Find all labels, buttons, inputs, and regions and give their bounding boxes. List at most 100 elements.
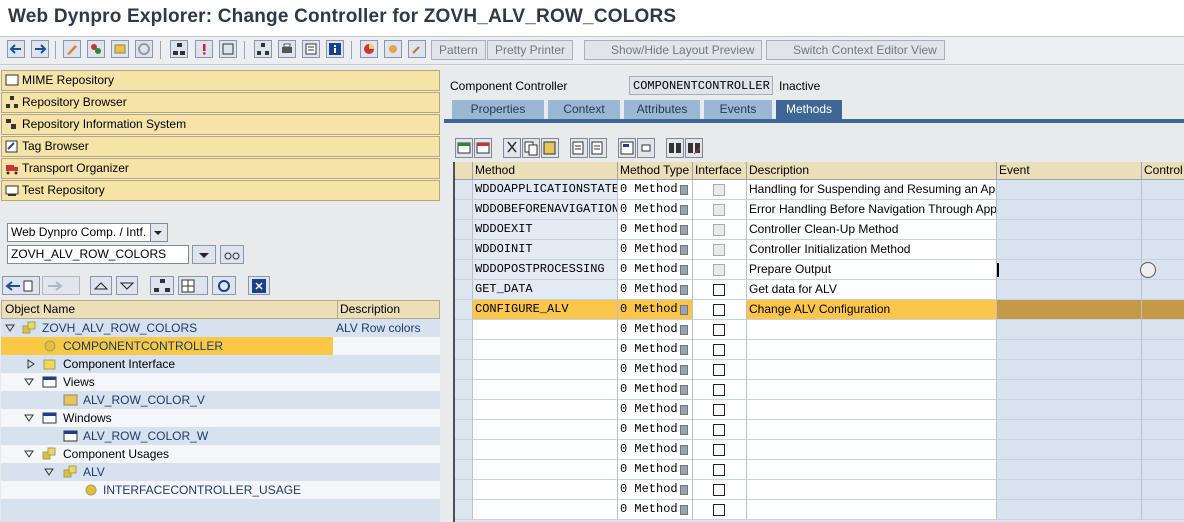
- table-row[interactable]: GET_DATA 0 Method Get data for ALV: [453, 280, 1184, 300]
- table-row[interactable]: 0 Method: [453, 420, 1184, 440]
- insert-row-icon[interactable]: [455, 138, 473, 158]
- description-cell[interactable]: [747, 340, 997, 360]
- method-type-cell[interactable]: 0 Method: [618, 320, 693, 340]
- tree-hierarchy-icon[interactable]: [150, 276, 174, 295]
- description-cell[interactable]: [747, 400, 997, 420]
- method-type-cell[interactable]: 0 Method: [618, 360, 693, 380]
- interface-checkbox[interactable]: [713, 364, 725, 376]
- column-object-name[interactable]: Object Name: [5, 301, 75, 318]
- wrench-icon[interactable]: [408, 40, 426, 58]
- method-cell[interactable]: [473, 440, 618, 460]
- method-type-cell[interactable]: 0 Method: [618, 280, 693, 300]
- print-icon[interactable]: [278, 40, 296, 58]
- value-help-icon[interactable]: [680, 425, 688, 435]
- value-help-icon[interactable]: [680, 505, 688, 515]
- row-selector[interactable]: [453, 200, 473, 220]
- row-selector[interactable]: [453, 460, 473, 480]
- description-cell[interactable]: [747, 460, 997, 480]
- nav-mime-repository[interactable]: MIME Repository: [1, 70, 440, 91]
- method-type-cell[interactable]: 0 Method: [618, 400, 693, 420]
- value-help-icon[interactable]: [680, 305, 688, 315]
- event-cell[interactable]: [997, 500, 1142, 520]
- expanded-triangle-icon[interactable]: [24, 413, 34, 423]
- nav-tag-browser[interactable]: Tag Browser: [1, 136, 440, 157]
- nav-repository-information-system[interactable]: Repository Information System: [1, 114, 440, 135]
- event-cell[interactable]: [997, 440, 1142, 460]
- hierarchy-icon[interactable]: [170, 40, 188, 58]
- method-type-cell[interactable]: 0 Method: [618, 340, 693, 360]
- value-help-icon[interactable]: [680, 325, 688, 335]
- pretty-printer-button[interactable]: Pretty Printer: [487, 40, 574, 60]
- column-description[interactable]: Description: [337, 301, 444, 318]
- interface-checkbox[interactable]: [713, 484, 725, 496]
- value-help-icon[interactable]: [680, 445, 688, 455]
- nav-repository-browser[interactable]: Repository Browser: [1, 92, 440, 113]
- row-selector[interactable]: [453, 340, 473, 360]
- table-row[interactable]: 0 Method: [453, 360, 1184, 380]
- information-icon[interactable]: [326, 40, 344, 58]
- description-cell[interactable]: Handling for Suspending and Resuming an …: [747, 180, 997, 200]
- find-icon[interactable]: [666, 138, 684, 158]
- tree-node-view-alv-row-color-v[interactable]: ALV_ROW_COLOR_V: [1, 391, 440, 409]
- table-row[interactable]: 0 Method: [453, 460, 1184, 480]
- row-selector[interactable]: [453, 400, 473, 420]
- tree-node-alv-usage[interactable]: ALV: [1, 463, 440, 481]
- table-row[interactable]: CONFIGURE_ALV 0 Method Change ALV Configur…: [453, 300, 1184, 320]
- event-cell[interactable]: [997, 300, 1142, 320]
- find-next-icon[interactable]: [685, 138, 703, 158]
- method-type-cell[interactable]: 0 Method: [618, 500, 693, 520]
- paste-icon[interactable]: [541, 138, 559, 158]
- interface-checkbox[interactable]: [713, 404, 725, 416]
- description-cell[interactable]: Controller Clean-Up Method: [747, 220, 997, 240]
- method-type-cell[interactable]: 0 Method: [618, 380, 693, 400]
- value-help-icon[interactable]: [680, 405, 688, 415]
- event-cell[interactable]: [997, 400, 1142, 420]
- controller-cell[interactable]: [1142, 440, 1184, 460]
- event-cell[interactable]: [997, 240, 1142, 260]
- tree-node-component-interface[interactable]: Component Interface: [1, 355, 440, 373]
- description-cell[interactable]: [747, 480, 997, 500]
- expand-down-icon[interactable]: [116, 276, 138, 295]
- object-name-input[interactable]: ZOVH_ALV_ROW_COLORS: [7, 245, 189, 264]
- controller-cell[interactable]: [1142, 200, 1184, 220]
- tree-node-componentcontroller[interactable]: COMPONENTCONTROLLER: [1, 337, 440, 355]
- grid-view-icon[interactable]: [178, 276, 208, 295]
- display-object-icon[interactable]: [384, 40, 402, 58]
- controller-cell[interactable]: [1142, 420, 1184, 440]
- event-cell[interactable]: [997, 260, 1142, 280]
- controller-cell[interactable]: [1142, 240, 1184, 260]
- row-selector[interactable]: [453, 220, 473, 240]
- chevron-down-icon[interactable]: [150, 224, 167, 241]
- sort-ascending-icon[interactable]: [570, 138, 588, 158]
- event-cell[interactable]: [997, 460, 1142, 480]
- method-type-cell[interactable]: 0 Method: [618, 480, 693, 500]
- value-help-icon[interactable]: [680, 285, 688, 295]
- value-help-icon[interactable]: [680, 225, 688, 235]
- row-selector[interactable]: [453, 260, 473, 280]
- nav-test-repository[interactable]: Test Repository: [1, 180, 440, 201]
- event-cell[interactable]: [997, 480, 1142, 500]
- description-cell[interactable]: [747, 420, 997, 440]
- where-used-icon[interactable]: [135, 40, 153, 58]
- pie-chart-icon[interactable]: [360, 40, 378, 58]
- method-cell[interactable]: WDDOBEFORENAVIGATION: [473, 200, 618, 220]
- table-row[interactable]: WDDOPOSTPROCESSING 0 Method Prepare Output: [453, 260, 1184, 280]
- interface-checkbox[interactable]: [713, 344, 725, 356]
- switch-context-editor-view-button[interactable]: Switch Context Editor View: [766, 40, 945, 60]
- interface-checkbox[interactable]: [713, 444, 725, 456]
- description-cell[interactable]: Get data for ALV: [747, 280, 997, 300]
- column-controller[interactable]: Control: [1142, 162, 1184, 180]
- row-selector[interactable]: [453, 320, 473, 340]
- description-cell[interactable]: Change ALV Configuration: [747, 300, 997, 320]
- expanded-triangle-icon[interactable]: [24, 377, 34, 387]
- value-help-icon[interactable]: [680, 365, 688, 375]
- cut-icon[interactable]: [503, 138, 521, 158]
- row-selector[interactable]: [453, 380, 473, 400]
- interface-checkbox[interactable]: [713, 304, 725, 316]
- method-type-cell[interactable]: 0 Method: [618, 300, 693, 320]
- controller-cell[interactable]: [1142, 280, 1184, 300]
- activate-icon[interactable]: [111, 40, 129, 58]
- interface-checkbox[interactable]: [713, 384, 725, 396]
- pattern-button[interactable]: Pattern: [431, 40, 486, 60]
- method-type-cell[interactable]: 0 Method: [618, 460, 693, 480]
